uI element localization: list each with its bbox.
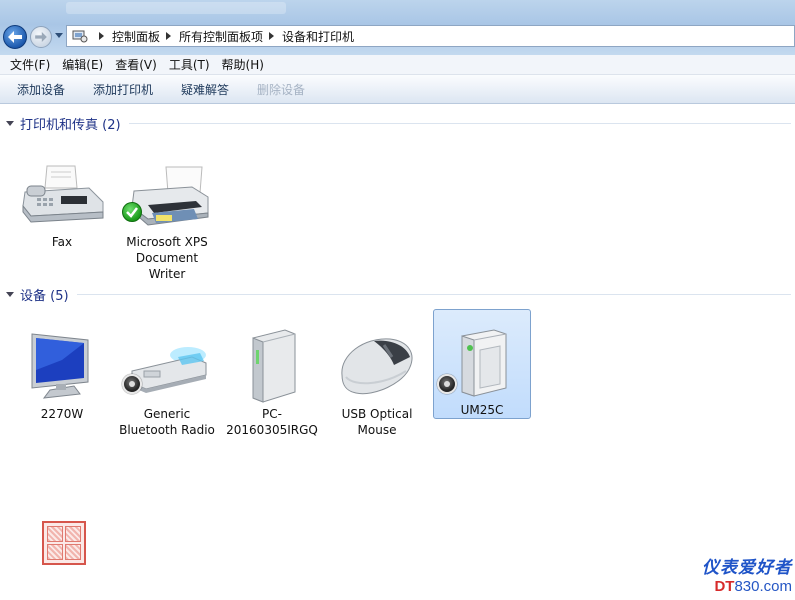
- add-device-button[interactable]: 添加设备: [10, 81, 72, 98]
- address-bar[interactable]: 控制面板 所有控制面板项 设备和打印机: [66, 25, 795, 47]
- printer-icon: [118, 154, 216, 234]
- group-title: 打印机和传真 (2): [20, 117, 121, 133]
- menu-help[interactable]: 帮助(H): [216, 56, 270, 73]
- troubleshoot-button[interactable]: 疑难解答: [174, 81, 236, 98]
- breadcrumb-chevron-icon[interactable]: [269, 32, 275, 40]
- arrow-right-icon: [35, 32, 47, 42]
- group-divider: [128, 122, 791, 124]
- breadcrumb-control-panel[interactable]: 控制面板: [112, 28, 160, 45]
- bluetooth-adapter-icon: [118, 326, 216, 406]
- devices-view: 打印机和传真 (2) Fax Microsoft XPS Document Wr…: [0, 104, 795, 600]
- group-title: 设备 (5): [20, 288, 69, 304]
- breadcrumb-chevron-icon[interactable]: [99, 32, 104, 40]
- menu-file[interactable]: 文件(F): [4, 56, 56, 73]
- forward-button[interactable]: [30, 26, 52, 48]
- recent-pages-dropdown[interactable]: [55, 33, 63, 38]
- back-button[interactable]: [3, 25, 27, 49]
- fax-icon: [13, 154, 111, 234]
- watermark-url: DT830.com: [676, 578, 792, 595]
- device-item-pc[interactable]: PC-20160305IRGQ: [223, 326, 321, 438]
- breadcrumb-all-items[interactable]: 所有控制面板项: [179, 28, 263, 45]
- command-bar: 添加设备 添加打印机 疑难解答 删除设备: [0, 75, 795, 104]
- default-printer-check-icon: [122, 202, 142, 222]
- device-item-xps-writer[interactable]: Microsoft XPS Document Writer: [118, 154, 216, 282]
- status-disc-icon: [437, 374, 457, 394]
- device-item-fax[interactable]: Fax: [13, 154, 111, 250]
- group-divider: [76, 293, 791, 295]
- device-item-bluetooth[interactable]: Generic Bluetooth Radio: [118, 326, 216, 438]
- device-label: Microsoft XPS Document Writer: [126, 235, 208, 281]
- collapse-arrow-icon[interactable]: [6, 120, 14, 126]
- menu-edit[interactable]: 编辑(E): [56, 56, 109, 73]
- watermark-url-suffix: 830.com: [734, 578, 792, 595]
- device-label: USB Optical Mouse: [341, 407, 413, 437]
- status-disc-icon: [122, 374, 142, 394]
- device-label: PC-20160305IRGQ: [226, 407, 318, 437]
- device-label: 2270W: [40, 407, 84, 421]
- computer-tower-icon: [223, 326, 321, 406]
- device-label: Fax: [51, 235, 73, 249]
- usb-device-icon: [433, 326, 531, 402]
- add-printer-button[interactable]: 添加打印机: [86, 81, 160, 98]
- watermark-url-prefix: DT: [714, 578, 735, 595]
- breadcrumb-devices-printers[interactable]: 设备和打印机: [282, 28, 354, 45]
- watermark-chinese: 仪表爱好者: [702, 558, 792, 578]
- device-item-um25c[interactable]: UM25C: [433, 309, 531, 419]
- group-header-devices[interactable]: 设备 (5): [6, 284, 791, 304]
- remove-device-button: 删除设备: [257, 82, 306, 97]
- site-watermark: 仪表爱好者 DT830.com: [676, 553, 792, 595]
- menu-tools[interactable]: 工具(T): [163, 56, 216, 73]
- monitor-icon: [13, 326, 111, 406]
- menu-view[interactable]: 查看(V): [109, 56, 163, 73]
- device-label: Generic Bluetooth Radio: [119, 407, 215, 437]
- arrow-left-icon: [8, 31, 22, 43]
- device-item-monitor[interactable]: 2270W: [13, 326, 111, 422]
- window-titlebar: 控制面板 所有控制面板项 设备和打印机: [0, 0, 795, 55]
- window-title: [66, 2, 286, 14]
- control-panel-icon: [71, 28, 89, 44]
- breadcrumb-chevron-icon[interactable]: [166, 32, 172, 40]
- menu-bar: 文件(F) 编辑(E) 查看(V) 工具(T) 帮助(H): [0, 55, 795, 75]
- device-label: UM25C: [460, 403, 504, 417]
- collapse-arrow-icon[interactable]: [6, 291, 14, 297]
- device-item-mouse[interactable]: USB Optical Mouse: [328, 326, 426, 438]
- seal-stamp-icon: [42, 521, 86, 565]
- mouse-icon: [328, 326, 426, 406]
- group-header-printers[interactable]: 打印机和传真 (2): [6, 113, 791, 133]
